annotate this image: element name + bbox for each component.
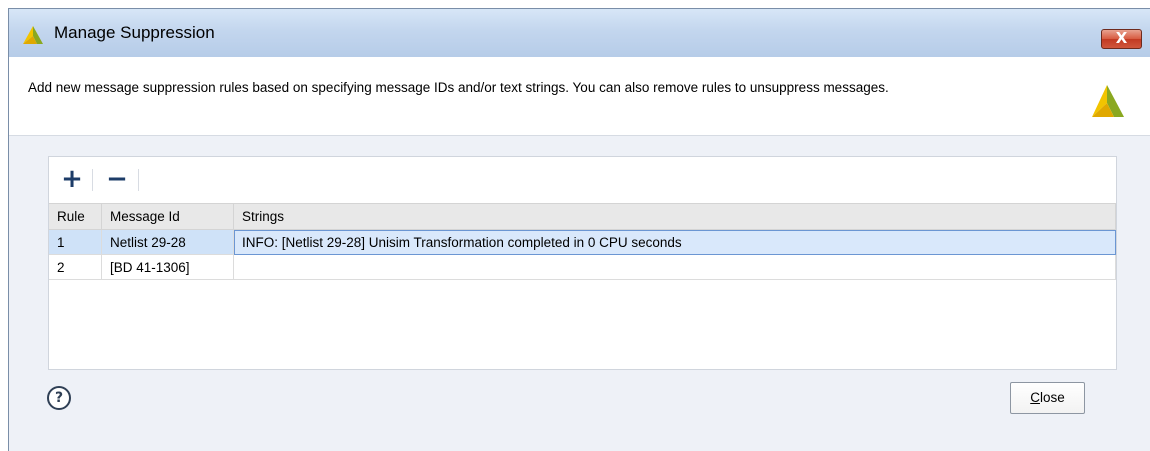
cell-message-id[interactable]: [BD 41-1306] bbox=[101, 254, 234, 280]
add-rule-button[interactable]: + bbox=[60, 166, 84, 192]
vivado-logo-icon bbox=[1092, 85, 1124, 117]
table-toolbar: + − bbox=[49, 157, 1116, 203]
window-title: Manage Suppression bbox=[54, 23, 215, 42]
close-button[interactable]: Close bbox=[1010, 382, 1085, 414]
vivado-logo-icon bbox=[23, 26, 43, 44]
table-row[interactable]: 2 [BD 41-1306] bbox=[49, 254, 1116, 280]
table-row[interactable]: 1 Netlist 29-28 INFO: [Netlist 29-28] Un… bbox=[49, 229, 1116, 255]
title-bar[interactable]: Manage Suppression X bbox=[9, 9, 1150, 57]
cell-strings[interactable] bbox=[233, 254, 1116, 280]
toolbar-separator bbox=[92, 169, 93, 191]
column-header-message-id[interactable]: Message Id bbox=[101, 203, 234, 230]
cell-rule[interactable]: 2 bbox=[49, 254, 102, 280]
cell-strings[interactable]: INFO: [Netlist 29-28] Unisim Transformat… bbox=[233, 229, 1116, 255]
rules-table-panel: + − Rule Message Id Strings 1 Netlist 29… bbox=[48, 156, 1117, 370]
help-button[interactable]: ? bbox=[47, 386, 71, 410]
window-close-button[interactable]: X bbox=[1101, 29, 1142, 49]
column-header-strings[interactable]: Strings bbox=[233, 203, 1116, 230]
toolbar-separator bbox=[138, 169, 139, 191]
rules-table: Rule Message Id Strings 1 Netlist 29-28 … bbox=[49, 203, 1116, 280]
cell-message-id[interactable]: Netlist 29-28 bbox=[101, 229, 234, 255]
cell-rule[interactable]: 1 bbox=[49, 229, 102, 255]
manage-suppression-dialog: Manage Suppression X Add new message sup… bbox=[8, 8, 1150, 451]
dialog-description: Add new message suppression rules based … bbox=[28, 80, 889, 95]
table-header-row: Rule Message Id Strings bbox=[49, 203, 1116, 230]
remove-rule-button[interactable]: − bbox=[105, 166, 129, 192]
close-button-mnemonic: C bbox=[1030, 390, 1040, 405]
column-header-rule[interactable]: Rule bbox=[49, 203, 102, 230]
description-panel: Add new message suppression rules based … bbox=[9, 57, 1150, 136]
close-button-label-rest: lose bbox=[1039, 390, 1065, 405]
